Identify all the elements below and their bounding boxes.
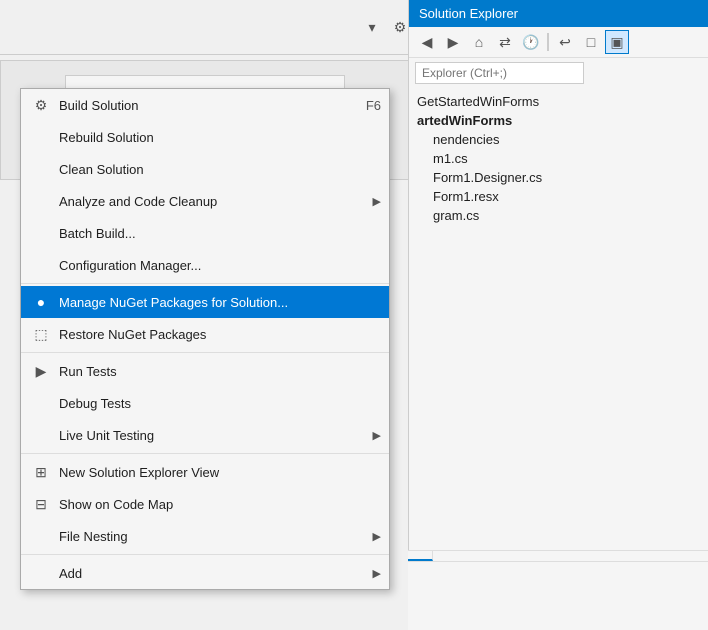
toolbar-back-btn[interactable]: ◀	[415, 30, 439, 54]
menu-item-live-unit-testing[interactable]: Live Unit Testing ▶	[21, 419, 389, 451]
dropdown-icon[interactable]: ▾	[360, 15, 384, 39]
menu-item-debug-tests[interactable]: Debug Tests	[21, 387, 389, 419]
bottom-content	[408, 562, 708, 570]
tree-item-project-label: artedWinForms	[417, 113, 512, 128]
debug-tests-label: Debug Tests	[59, 396, 381, 411]
solution-explorer-title: Solution Explorer	[419, 6, 518, 21]
rebuild-solution-label: Rebuild Solution	[59, 130, 381, 145]
menu-item-add[interactable]: Add ▶	[21, 557, 389, 589]
menu-item-run-tests[interactable]: ▶ Run Tests	[21, 355, 389, 387]
search-container	[409, 58, 708, 88]
toolbar-split-btn[interactable]: ▣	[605, 30, 629, 54]
manage-nuget-label: Manage NuGet Packages for Solution...	[59, 295, 381, 310]
solution-explorer-panel: Solution Explorer ◀ ▶ ⌂ ⇄ 🕐 ↩ □ ▣ GetSta…	[408, 0, 708, 630]
restore-nuget-label: Restore NuGet Packages	[59, 327, 381, 342]
search-input[interactable]	[415, 62, 584, 84]
menu-item-show-on-code-map[interactable]: ⊟ Show on Code Map	[21, 488, 389, 520]
menu-item-batch-build[interactable]: Batch Build...	[21, 217, 389, 249]
separator-after-file-nesting	[21, 554, 389, 555]
menu-item-new-solution-explorer[interactable]: ⊞ New Solution Explorer View	[21, 456, 389, 488]
run-tests-icon: ▶	[29, 359, 53, 383]
separator-after-live-unit-testing	[21, 453, 389, 454]
toolbar-undo-btn[interactable]: ↩	[553, 30, 577, 54]
live-unit-testing-arrow: ▶	[373, 429, 381, 442]
toolbar-separator	[547, 33, 549, 51]
clean-solution-label: Clean Solution	[59, 162, 381, 177]
tree-item-form1cs-label: m1.cs	[433, 151, 468, 166]
debug-tests-icon	[29, 391, 53, 415]
bottom-get-label	[408, 570, 708, 578]
tree-item-dependencies-label: nendencies	[433, 132, 500, 147]
file-nesting-icon	[29, 524, 53, 548]
manage-nuget-icon: ●	[29, 290, 53, 314]
show-on-code-map-icon: ⊟	[29, 492, 53, 516]
run-tests-label: Run Tests	[59, 364, 381, 379]
configuration-manager-icon	[29, 253, 53, 277]
build-solution-icon: ⚙	[29, 93, 53, 117]
clean-solution-icon	[29, 157, 53, 181]
toolbar-home-btn[interactable]: ⌂	[467, 30, 491, 54]
file-nesting-arrow: ▶	[373, 530, 381, 543]
menu-item-restore-nuget[interactable]: ⬚ Restore NuGet Packages	[21, 318, 389, 350]
top-bar: ▾ ⚙	[0, 0, 420, 55]
solution-explorer-titlebar: Solution Explorer	[409, 0, 708, 27]
build-solution-label: Build Solution	[59, 98, 346, 113]
add-arrow: ▶	[373, 567, 381, 580]
bottom-panel	[408, 550, 708, 630]
add-label: Add	[59, 566, 365, 581]
new-solution-explorer-icon: ⊞	[29, 460, 53, 484]
batch-build-icon	[29, 221, 53, 245]
tree-item-project[interactable]: artedWinForms	[409, 111, 708, 130]
menu-item-analyze-code-cleanup[interactable]: Analyze and Code Cleanup ▶	[21, 185, 389, 217]
tree-item-form1designer-label: Form1.Designer.cs	[433, 170, 542, 185]
tree-item-programcs[interactable]: gram.cs	[409, 206, 708, 225]
tree-item-dependencies[interactable]: nendencies	[409, 130, 708, 149]
tree-item-solution-label: GetStartedWinForms	[417, 94, 539, 109]
bottom-tabs	[408, 551, 708, 562]
rebuild-solution-icon	[29, 125, 53, 149]
toolbar-collapse-btn[interactable]: □	[579, 30, 603, 54]
live-unit-testing-label: Live Unit Testing	[59, 428, 365, 443]
menu-item-build-solution[interactable]: ⚙ Build Solution F6	[21, 89, 389, 121]
tree-item-programcs-label: gram.cs	[433, 208, 479, 223]
tree-area: GetStartedWinForms artedWinForms nendencie…	[409, 88, 708, 229]
menu-item-manage-nuget[interactable]: ● Manage NuGet Packages for Solution...	[21, 286, 389, 318]
git-changes-tab[interactable]	[408, 551, 433, 561]
toolbar-clock-btn[interactable]: 🕐	[519, 30, 543, 54]
context-menu: ⚙ Build Solution F6 Rebuild Solution Clean S…	[20, 88, 390, 590]
analyze-code-cleanup-icon	[29, 189, 53, 213]
configuration-manager-label: Configuration Manager...	[59, 258, 381, 273]
tree-item-form1cs[interactable]: m1.cs	[409, 149, 708, 168]
new-solution-explorer-label: New Solution Explorer View	[59, 465, 381, 480]
menu-item-rebuild-solution[interactable]: Rebuild Solution	[21, 121, 389, 153]
toolbar-forward-btn[interactable]: ▶	[441, 30, 465, 54]
tree-item-form1resx[interactable]: Form1.resx	[409, 187, 708, 206]
tree-item-form1designer[interactable]: Form1.Designer.cs	[409, 168, 708, 187]
analyze-code-cleanup-label: Analyze and Code Cleanup	[59, 194, 365, 209]
show-on-code-map-label: Show on Code Map	[59, 497, 381, 512]
menu-item-configuration-manager[interactable]: Configuration Manager...	[21, 249, 389, 281]
live-unit-testing-icon	[29, 423, 53, 447]
tree-item-form1resx-label: Form1.resx	[433, 189, 499, 204]
toolbar-sync-btn[interactable]: ⇄	[493, 30, 517, 54]
file-nesting-label: File Nesting	[59, 529, 365, 544]
tree-item-solution[interactable]: GetStartedWinForms	[409, 92, 708, 111]
separator-after-restore-nuget	[21, 352, 389, 353]
restore-nuget-icon: ⬚	[29, 322, 53, 346]
add-icon	[29, 561, 53, 585]
batch-build-label: Batch Build...	[59, 226, 381, 241]
solution-explorer-toolbar: ◀ ▶ ⌂ ⇄ 🕐 ↩ □ ▣	[409, 27, 708, 58]
separator-after-configuration-manager	[21, 283, 389, 284]
build-solution-shortcut: F6	[366, 98, 381, 113]
menu-item-file-nesting[interactable]: File Nesting ▶	[21, 520, 389, 552]
menu-item-clean-solution[interactable]: Clean Solution	[21, 153, 389, 185]
analyze-code-cleanup-arrow: ▶	[373, 195, 381, 208]
